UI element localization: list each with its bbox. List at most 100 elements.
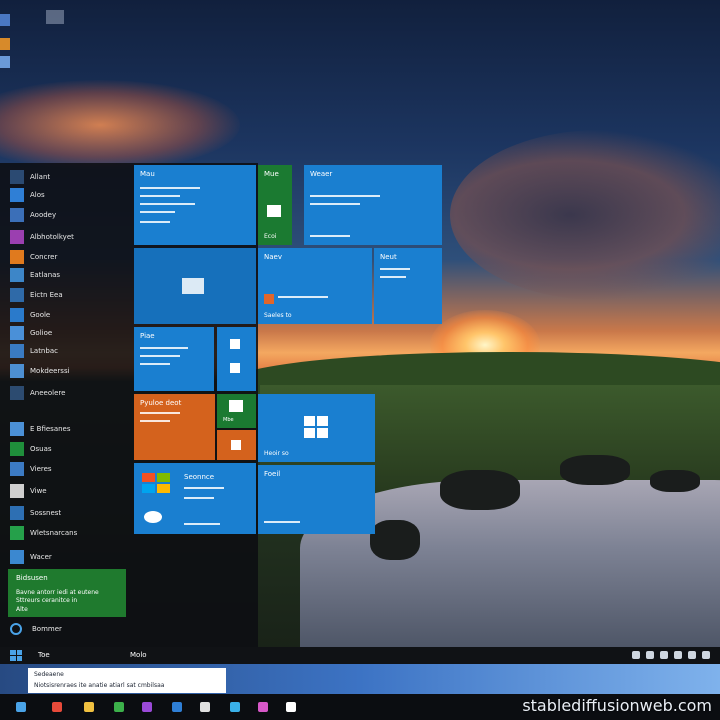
text-line xyxy=(140,211,175,213)
storm-cloud-right xyxy=(450,130,720,300)
system-tray xyxy=(632,651,710,659)
tile-footer: Saeles to xyxy=(264,312,292,319)
taskbar-app-icon[interactable] xyxy=(114,702,124,712)
app-list-item[interactable]: Eatlanas xyxy=(10,267,60,283)
taskbar-app-icon[interactable] xyxy=(84,702,94,712)
app-list-item[interactable]: Eictn Eea xyxy=(10,287,63,303)
tray-icon[interactable] xyxy=(646,651,654,659)
app-label: Eatlanas xyxy=(30,271,61,279)
tile-label: Piae xyxy=(140,332,155,340)
tile-people[interactable]: Piae xyxy=(134,327,214,391)
desktop-shortcut-icon[interactable] xyxy=(0,14,10,26)
app-icon xyxy=(10,188,24,202)
text-line xyxy=(310,195,380,197)
tray-icon[interactable] xyxy=(632,651,640,659)
app-list-item[interactable]: Albhotolkyet xyxy=(10,229,74,245)
taskbar-app-icon[interactable] xyxy=(172,702,182,712)
tile-store[interactable]: Mue Ecoi xyxy=(258,165,292,245)
app-list-item[interactable]: Allant xyxy=(10,169,50,185)
text-line xyxy=(278,296,328,298)
tray-icon[interactable] xyxy=(660,651,668,659)
desktop-shortcut-icon[interactable] xyxy=(0,38,10,50)
app-icon xyxy=(10,526,24,540)
tile-footer: Heoir so xyxy=(264,450,289,457)
taskbar-app-icon[interactable] xyxy=(200,702,210,712)
app-list-item[interactable]: Latnbac xyxy=(10,343,58,359)
taskbar-app-icon[interactable] xyxy=(286,702,296,712)
promo-panel[interactable]: Bidsusen Bavne antorr iedi at eutene Stt… xyxy=(8,569,126,617)
xbox-icon xyxy=(229,400,243,412)
start-button-icon[interactable] xyxy=(16,702,26,712)
promo-line: Bavne antorr iedi at eutene xyxy=(16,589,99,596)
notification-toast[interactable]: Sedeaene Niotsisrenraes ite anatie atiar… xyxy=(28,668,226,693)
tile-dual[interactable] xyxy=(217,327,256,391)
desktop-shortcut-icon[interactable] xyxy=(0,56,10,68)
photo-thumb-icon xyxy=(264,294,274,304)
start-icon[interactable] xyxy=(10,650,22,661)
app-list-item[interactable]: Aoodey xyxy=(10,207,56,223)
tile-weather[interactable]: Neut xyxy=(374,248,442,324)
text-line xyxy=(380,276,406,278)
cloud-icon xyxy=(144,511,162,523)
text-line xyxy=(140,363,170,365)
tile-mail[interactable]: Mau xyxy=(134,165,256,245)
app-label: Concrer xyxy=(30,253,58,261)
tile-news[interactable] xyxy=(134,248,256,324)
app-icon xyxy=(10,288,24,302)
app-icon xyxy=(10,344,24,358)
tile-money[interactable] xyxy=(217,430,256,460)
tile-office[interactable]: Pyuloe deot xyxy=(134,394,215,460)
app-label: Allant xyxy=(30,173,51,181)
notification-body: Niotsisrenraes ite anatie atiarl sat cmb… xyxy=(34,682,165,689)
taskbar-app-icon[interactable] xyxy=(258,702,268,712)
app-list-item[interactable]: Concrer xyxy=(10,249,57,265)
app-list-item[interactable]: Viwe xyxy=(10,483,47,499)
tile-footer: Ecoi xyxy=(264,233,277,240)
app-icon xyxy=(10,506,24,520)
app-list-item[interactable]: Goole xyxy=(10,307,50,323)
text-line xyxy=(140,187,200,189)
tile-label: Pyuloe deot xyxy=(140,399,182,407)
recycle-bin-icon[interactable] xyxy=(46,10,64,24)
taskbar-app-icon[interactable] xyxy=(52,702,62,712)
text-line xyxy=(310,235,350,237)
text-line xyxy=(140,420,170,422)
tile-label: Seonnce xyxy=(184,473,215,481)
tile-calendar[interactable]: Weaer xyxy=(304,165,442,245)
tile-photos[interactable]: Naev Saeles to xyxy=(258,248,372,324)
app-label: Albhotolkyet xyxy=(30,233,74,241)
app-label: Viwe xyxy=(30,487,47,495)
app-icon xyxy=(10,268,24,282)
app-list-item[interactable]: Aneeolere xyxy=(10,385,65,401)
app-list-item[interactable]: Wacer xyxy=(10,549,52,565)
app-list-item[interactable]: Sossnest xyxy=(10,505,61,521)
taskbar-app-icon[interactable] xyxy=(230,702,240,712)
power-button[interactable]: Bommer xyxy=(10,623,62,635)
app-list-item[interactable]: Vieres xyxy=(10,461,52,477)
app-icon xyxy=(10,208,24,222)
text-line xyxy=(184,487,224,489)
taskbar-app-icon[interactable] xyxy=(142,702,152,712)
app-list-item[interactable]: Wletsnarcans xyxy=(10,525,77,541)
text-line xyxy=(310,203,360,205)
app-list-item[interactable]: Osuas xyxy=(10,441,52,457)
tile-label: Neut xyxy=(380,253,397,261)
app-list-item[interactable]: Golioe xyxy=(10,325,52,341)
search-label[interactable]: Toe xyxy=(38,651,50,659)
tray-icon[interactable] xyxy=(674,651,682,659)
app-list-item[interactable]: E Bfiesanes xyxy=(10,421,71,437)
back-label[interactable]: Molo xyxy=(130,651,147,659)
tile-footer: Mbe xyxy=(223,417,234,423)
tile-groove[interactable]: Seonnce xyxy=(134,463,256,534)
app-list-item[interactable]: Mokdeerssi xyxy=(10,363,70,379)
text-line xyxy=(140,195,180,197)
app-list-item[interactable]: Alos xyxy=(10,187,45,203)
tray-icon[interactable] xyxy=(688,651,696,659)
watermark: stablediffusionweb.com xyxy=(522,696,712,715)
tray-icon[interactable] xyxy=(702,651,710,659)
app-icon xyxy=(10,308,24,322)
app-label: Aoodey xyxy=(30,211,57,219)
tile-xbox[interactable]: Mbe xyxy=(217,394,256,428)
tile-sports[interactable]: Foeil xyxy=(258,465,375,534)
tile-windows[interactable]: Heoir so xyxy=(258,394,375,462)
